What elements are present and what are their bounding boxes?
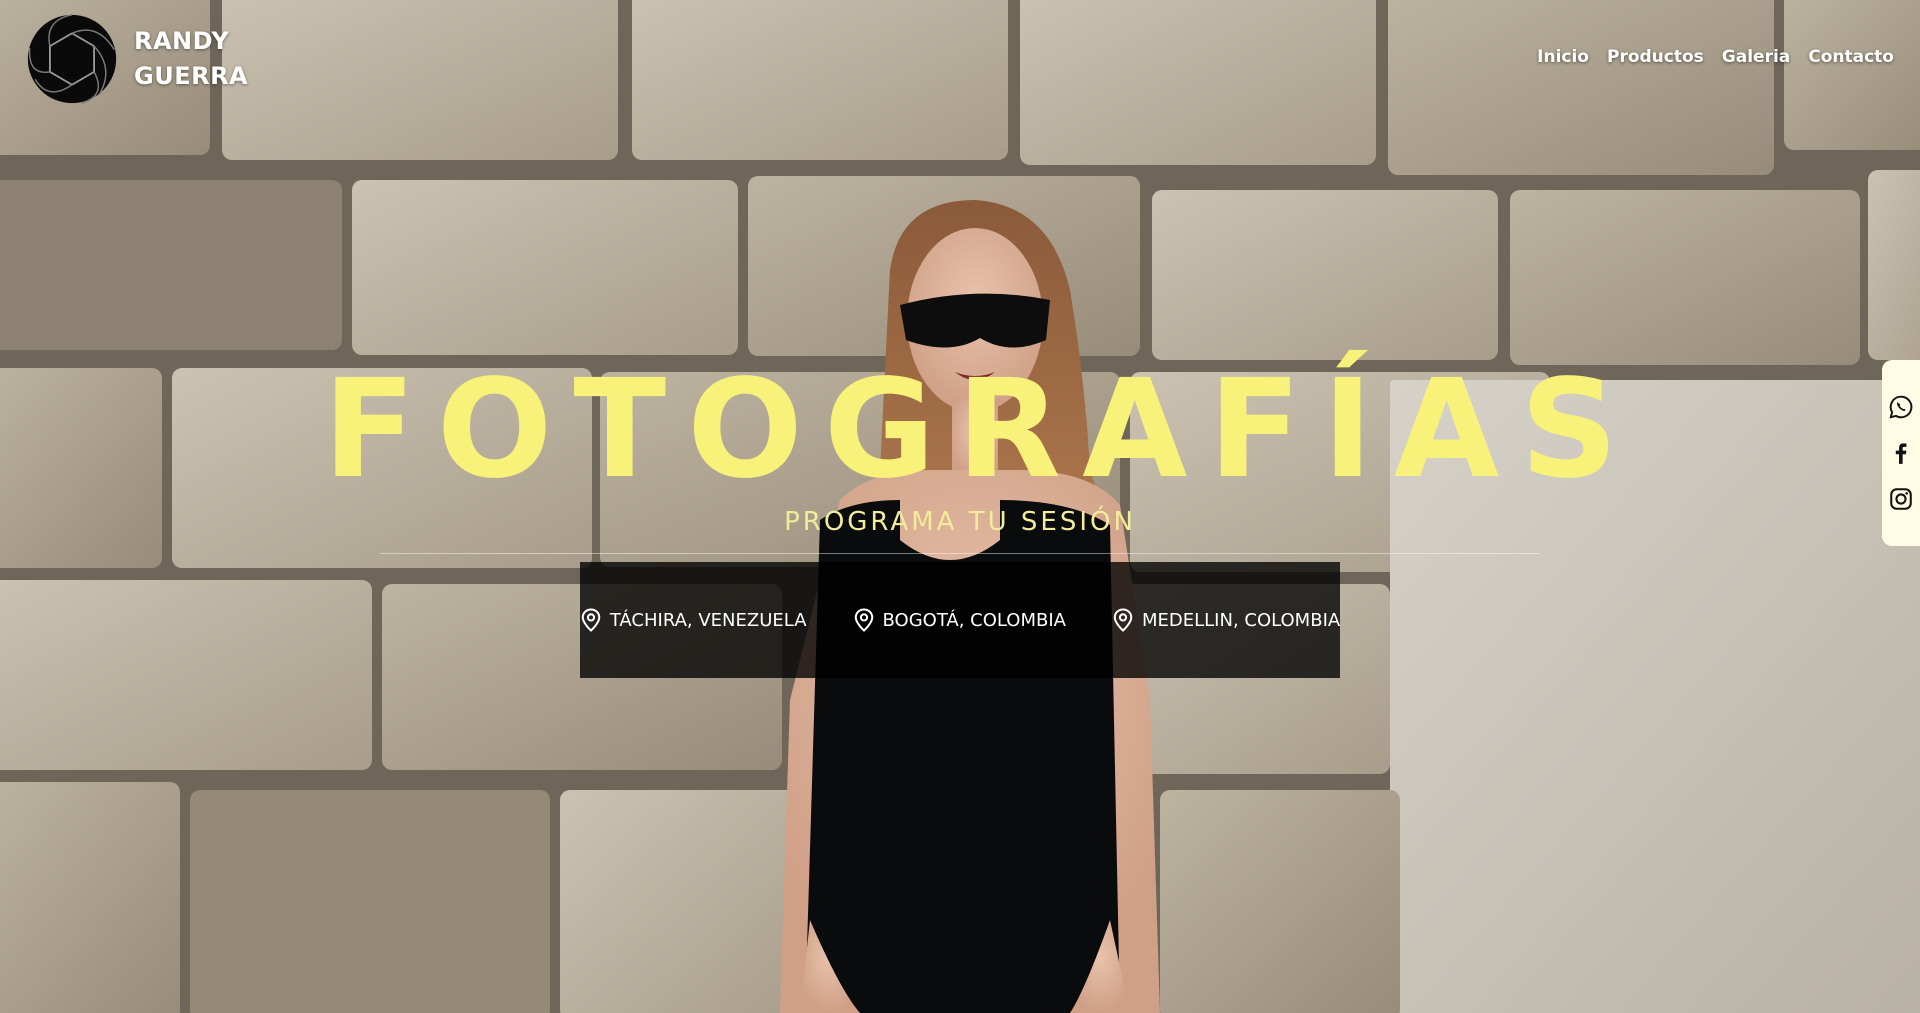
locations-bar: TÁCHIRA, VENEZUELA BOGOTÁ, COLOMBIA MEDE…: [580, 562, 1340, 678]
hero-title: FOTOGRAFÍAS: [322, 351, 1640, 509]
main-nav: Inicio Productos Galeria Contacto: [1537, 47, 1894, 67]
map-pin-icon: [581, 608, 601, 632]
facebook-icon[interactable]: [1888, 440, 1914, 466]
brand-name-line1: RANDY: [134, 27, 230, 55]
page: RANDY GUERRA Inicio Productos Galeria Co…: [0, 0, 1920, 1013]
hero-divider: [380, 553, 1540, 554]
location-label: TÁCHIRA, VENEZUELA: [609, 609, 807, 631]
nav-link-galeria[interactable]: Galeria: [1722, 47, 1790, 67]
location-bogota[interactable]: BOGOTÁ, COLOMBIA: [853, 608, 1066, 632]
location-label: MEDELLIN, COLOMBIA: [1141, 609, 1341, 631]
map-pin-icon: [854, 608, 873, 632]
brand-name: RANDY GUERRA: [134, 24, 248, 94]
brand-logo-link[interactable]: RANDY GUERRA: [26, 13, 248, 105]
brand-name-line2: GUERRA: [134, 62, 249, 90]
location-tachira[interactable]: TÁCHIRA, VENEZUELA: [580, 608, 807, 632]
nav-link-contacto[interactable]: Contacto: [1808, 47, 1894, 67]
whatsapp-icon[interactable]: [1888, 394, 1914, 420]
location-medellin[interactable]: MEDELLIN, COLOMBIA: [1112, 608, 1340, 632]
hero-subtitle: PROGRAMA TU SESIÓN: [784, 507, 1136, 537]
instagram-icon[interactable]: [1888, 486, 1914, 512]
camera-aperture-icon: [27, 14, 117, 104]
nav-link-productos[interactable]: Productos: [1607, 47, 1704, 67]
social-sidebar: [1882, 360, 1920, 546]
map-pin-icon: [1113, 608, 1133, 632]
location-label: BOGOTÁ, COLOMBIA: [882, 609, 1066, 631]
nav-link-inicio[interactable]: Inicio: [1537, 47, 1589, 67]
